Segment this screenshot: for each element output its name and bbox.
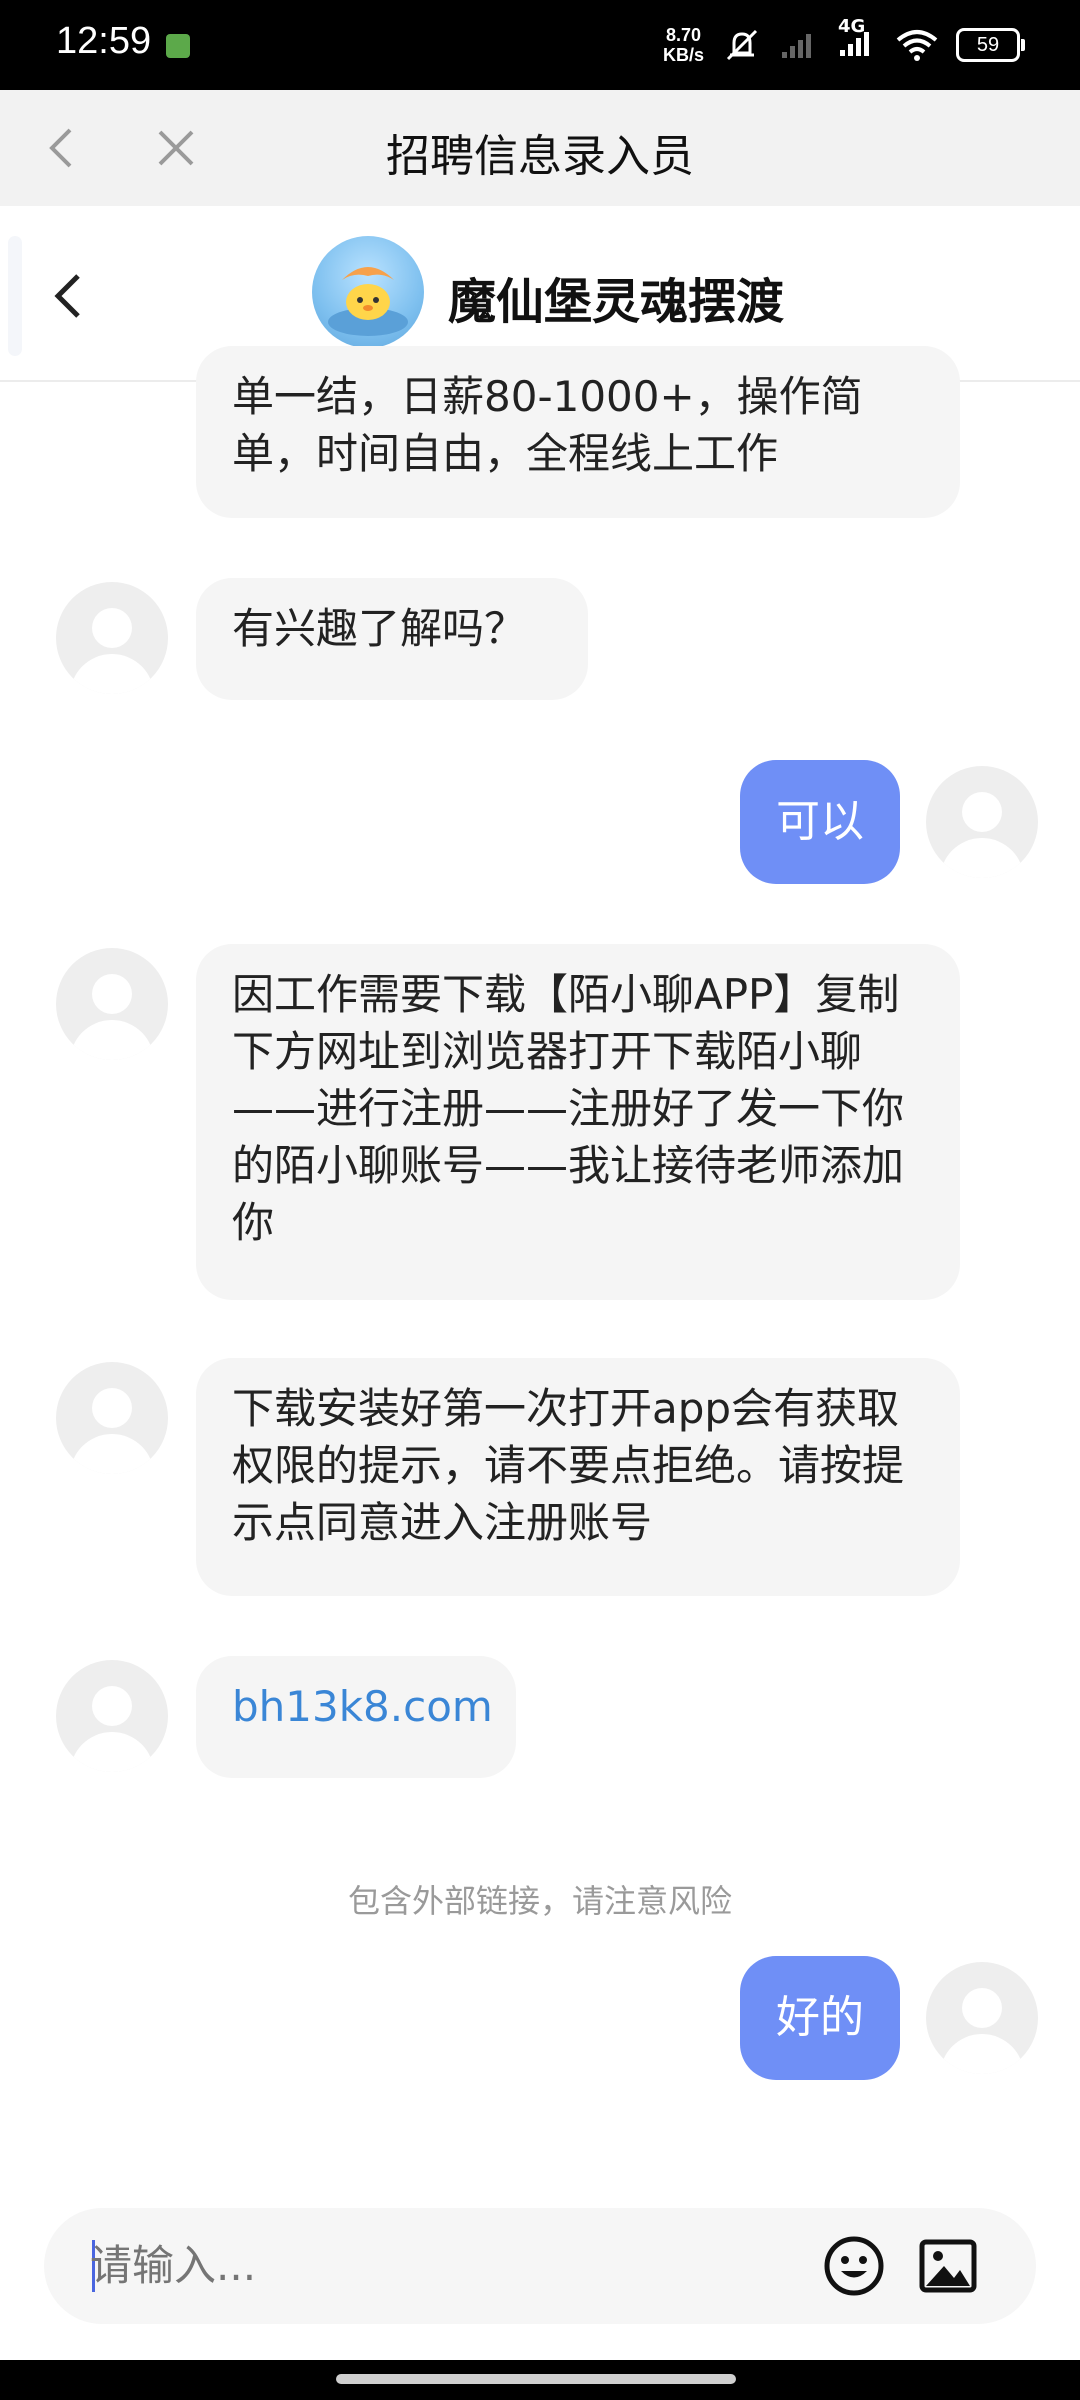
emoji-icon[interactable] <box>822 2234 886 2298</box>
message-bubble-me[interactable]: 好的 <box>740 1956 900 2080</box>
wifi-icon <box>896 30 938 61</box>
image-icon[interactable] <box>916 2234 980 2298</box>
my-avatar[interactable] <box>926 1962 1038 2074</box>
sender-avatar[interactable] <box>56 1362 168 1474</box>
network-speed: 8.70 KB/s <box>663 25 704 65</box>
message-input[interactable] <box>90 2238 850 2294</box>
browser-top-bar: 招聘信息录入员 <box>0 90 1080 206</box>
home-indicator[interactable] <box>336 2374 736 2384</box>
battery-indicator: 59 <box>956 28 1025 62</box>
my-avatar[interactable] <box>926 766 1038 878</box>
contact-avatar[interactable] <box>312 236 424 348</box>
cartoon-avatar-icon <box>328 267 408 336</box>
message-bubble-other[interactable]: 下载安装好第一次打开app会有获取权限的提示，请不要点拒绝。请按提示点同意进入注… <box>196 1358 960 1596</box>
signal-off-icon <box>782 34 811 58</box>
status-bar: 12:59 8.70 KB/s 4G 59 <box>0 0 1080 90</box>
chevron-left-icon[interactable] <box>40 266 100 326</box>
signal-4g: 4G <box>838 16 878 62</box>
sender-avatar[interactable] <box>56 1660 168 1772</box>
message-bubble-other[interactable]: 有兴趣了解吗？ <box>196 578 588 700</box>
message-bubble-other[interactable]: 因工作需要下载【陌小聊APP】复制下方网址到浏览器打开下载陌小聊——进行注册——… <box>196 944 960 1300</box>
status-time: 12:59 <box>56 20 152 62</box>
message-bubble-link[interactable]: bh13k8.com <box>196 1656 516 1778</box>
network-speed-value: 8.70 <box>665 25 702 45</box>
sender-avatar[interactable] <box>56 948 168 1060</box>
network-type: 4G <box>838 16 866 37</box>
risk-notice: 包含外部链接，请注意风险 <box>347 1882 732 1920</box>
message-bubble-other[interactable]: 单一结，日薪80-1000+，操作简单，时间自由，全程线上工作 <box>196 346 960 518</box>
app-notification-icon <box>166 34 190 58</box>
page-title: 招聘信息录入员 <box>386 131 694 182</box>
message-input-bar <box>44 2208 1036 2324</box>
sender-avatar[interactable] <box>56 582 168 694</box>
network-speed-unit: KB/s <box>662 45 704 65</box>
mute-bell-icon <box>726 29 758 61</box>
side-drawer-handle[interactable] <box>8 236 22 356</box>
external-link[interactable]: bh13k8.com <box>232 1682 493 1731</box>
status-icons: 8.70 KB/s 4G 59 <box>663 16 1025 70</box>
message-bubble-me[interactable]: 可以 <box>740 760 900 884</box>
contact-name: 魔仙堡灵魂摆渡 <box>448 274 785 330</box>
